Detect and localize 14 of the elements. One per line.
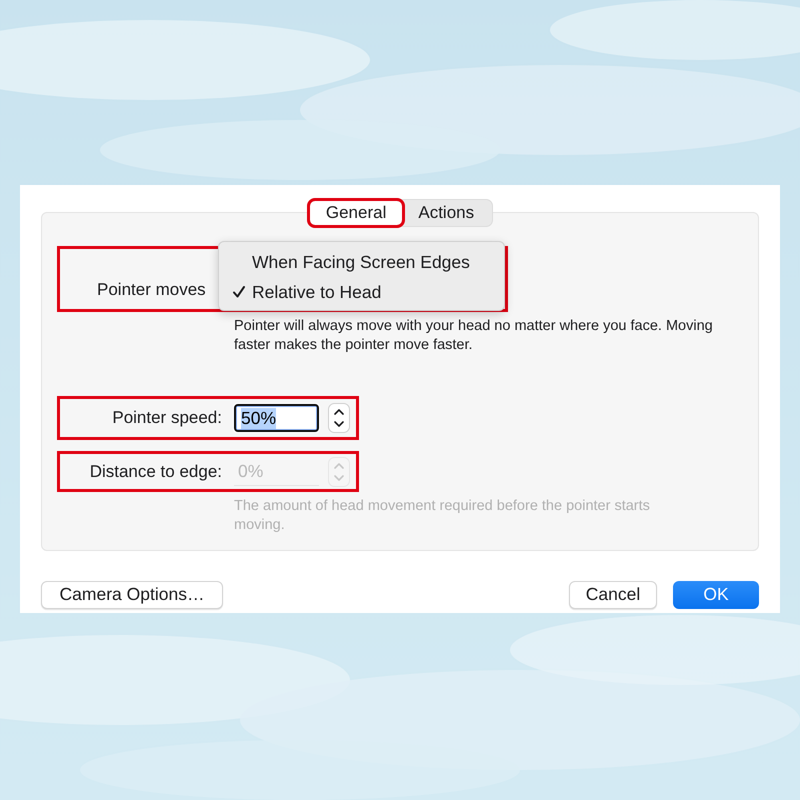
menu-item[interactable]: When Facing Screen Edges — [219, 247, 504, 277]
field-label: Distance to edge: — [90, 462, 222, 482]
field-label: Pointer moves — [97, 280, 206, 300]
description-text: Pointer will always move with your head no matter where you face. Moving faster makes the pointer move faster. — [234, 317, 714, 355]
stepper-icon[interactable] — [328, 403, 350, 433]
dialog-button[interactable]: Camera Options… — [41, 580, 223, 608]
field-label: Pointer speed: — [112, 408, 222, 428]
hint-text: The amount of head movement required before the pointer starts moving. — [234, 497, 651, 535]
tab[interactable]: Actions — [402, 201, 490, 225]
input-field[interactable]: 50% — [234, 404, 319, 432]
menu-item[interactable]: Relative to Head — [219, 277, 504, 307]
dialog-button[interactable]: Cancel — [569, 580, 657, 608]
tab[interactable]: General — [310, 201, 402, 225]
ok-button[interactable]: OK — [673, 580, 759, 608]
